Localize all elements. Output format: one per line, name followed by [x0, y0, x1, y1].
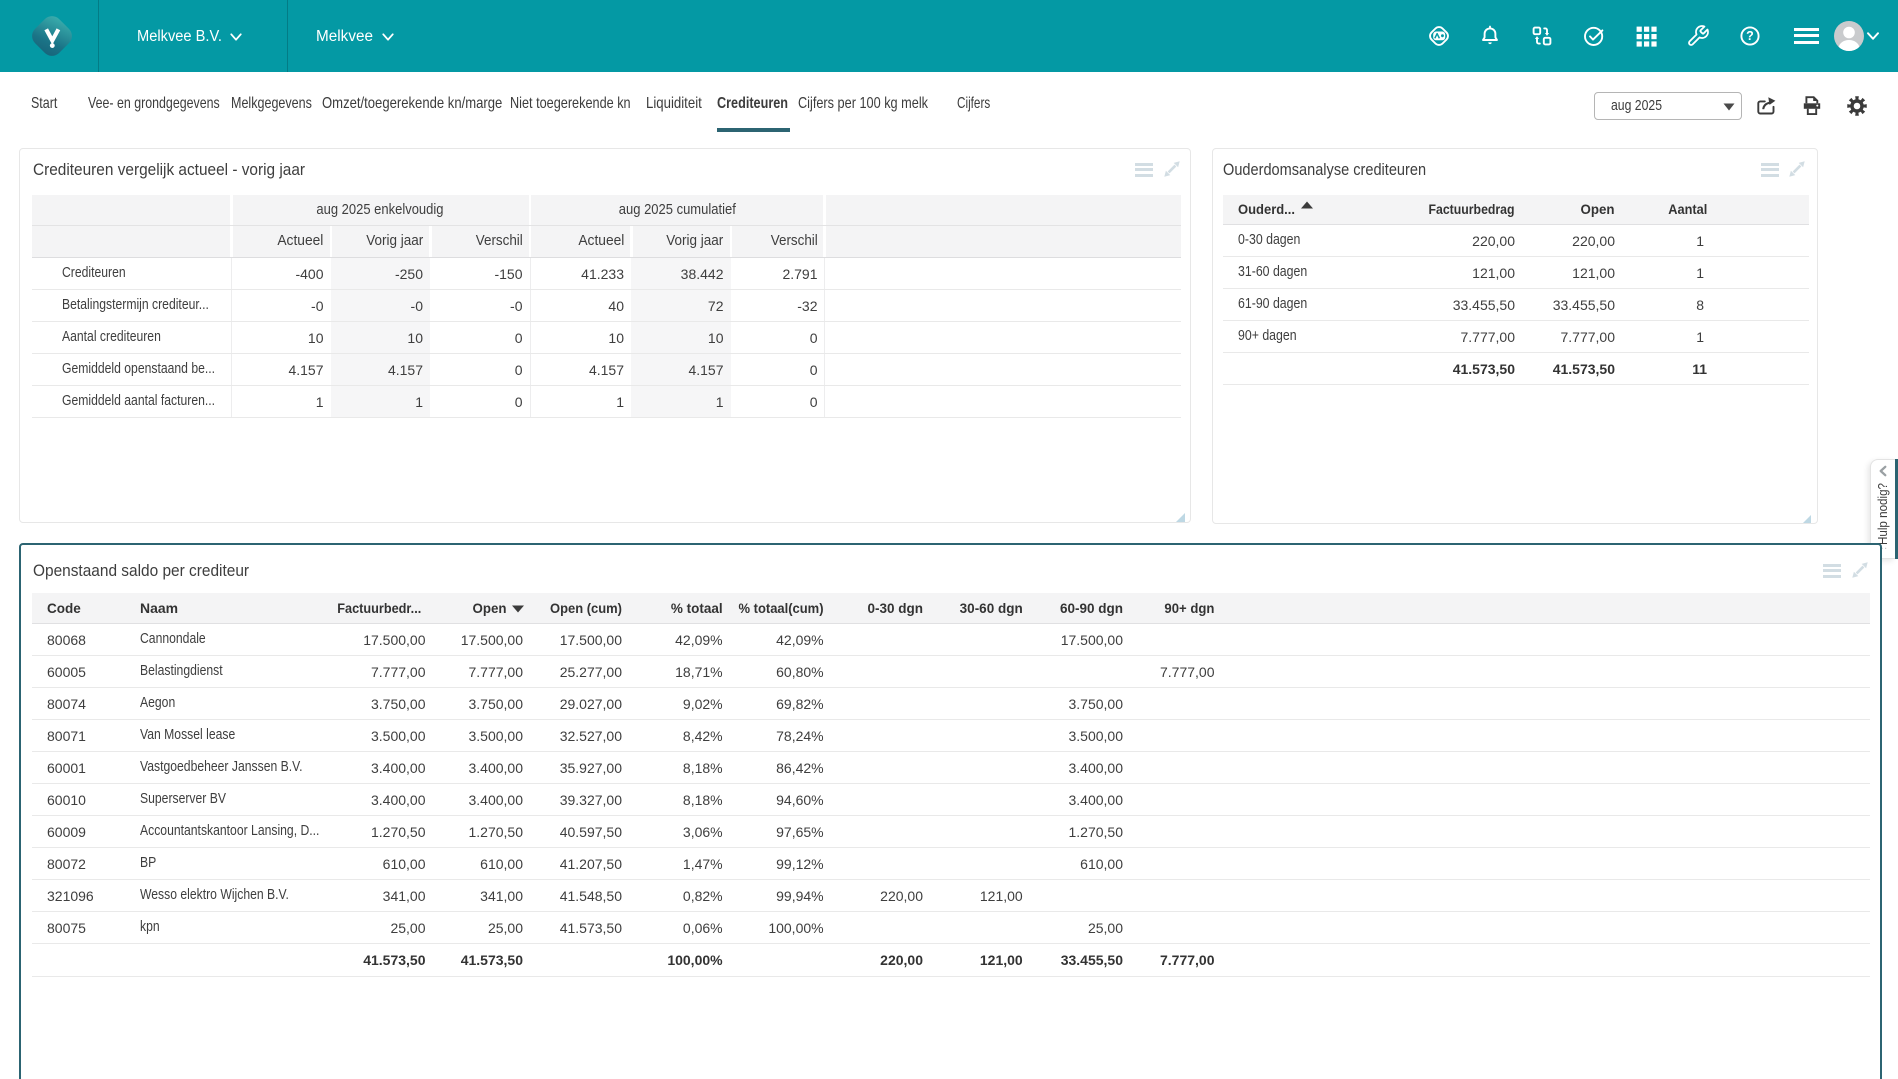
svg-text:?: ?: [1746, 29, 1754, 43]
